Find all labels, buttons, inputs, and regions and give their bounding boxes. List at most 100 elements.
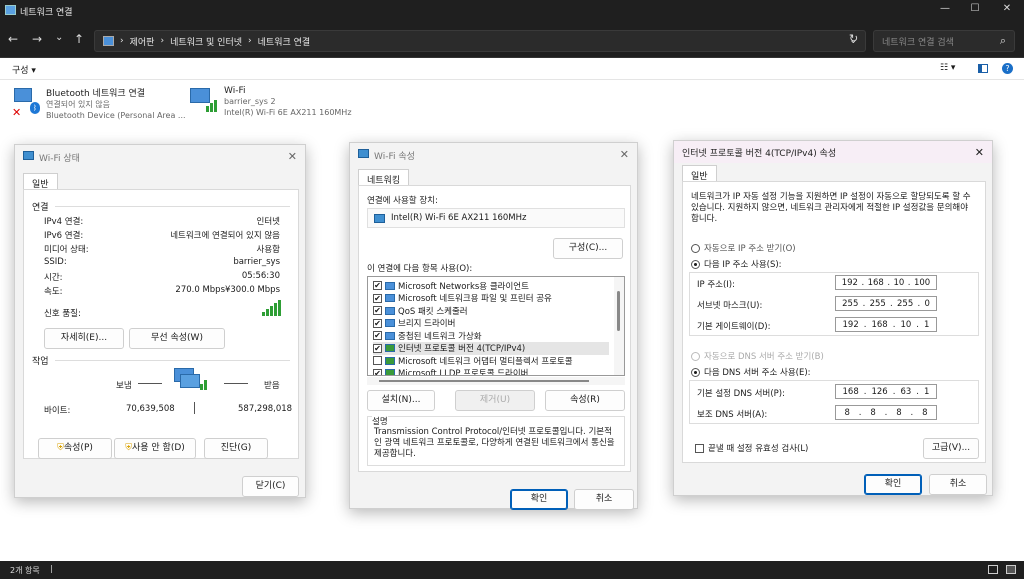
auto-ip-option[interactable]: 자동으로 IP 주소 받기(O) xyxy=(691,242,796,254)
connect-using-label: 연결에 사용할 장치: xyxy=(367,196,438,206)
install-button[interactable]: 설치(N)... xyxy=(367,390,435,411)
preview-pane-icon[interactable] xyxy=(978,64,988,73)
up-button[interactable]: ↑ xyxy=(74,32,84,46)
maximize-button[interactable]: ☐ xyxy=(960,3,990,14)
protocol-item[interactable]: ✔ QoS 패킷 스케줄러 xyxy=(373,304,468,317)
protocol-item[interactable]: ✔ Microsoft 네트워크용 파일 및 프린터 공유 xyxy=(373,292,552,305)
details-button[interactable]: 자세히(E)... xyxy=(44,328,124,349)
configure-button[interactable]: 구성(C)... xyxy=(553,238,623,259)
ip-address-label: IP 주소(I): xyxy=(697,280,735,290)
auto-ip-radio[interactable] xyxy=(691,243,700,253)
manual-ip-option[interactable]: 다음 IP 주소 사용(S): xyxy=(691,258,782,270)
connection-name: Wi-Fi xyxy=(224,86,246,96)
close-icon[interactable]: ✕ xyxy=(288,150,297,163)
octet: 168 xyxy=(871,319,888,330)
forward-button[interactable]: → xyxy=(32,32,42,46)
address-bar[interactable]: › 제어판 › 네트워크 및 인터넷 › 네트워크 연결 ⌄ xyxy=(94,30,866,52)
octet: 63 xyxy=(900,386,912,397)
dialog-title: 인터넷 프로토콜 버전 4(TCP/IPv4) 속성 xyxy=(682,149,837,159)
diagnose-button[interactable]: 진단(G) xyxy=(204,438,268,459)
validate-checkbox[interactable] xyxy=(695,443,704,453)
item-checkbox[interactable]: ✔ xyxy=(373,318,382,328)
minimize-button[interactable]: — xyxy=(930,3,960,14)
items-listbox[interactable]: ✔ Microsoft Networks용 클라이언트 ✔ Microsoft 네트워… xyxy=(367,276,625,376)
alternate-dns-field[interactable]: 8.8.8.8 xyxy=(835,405,937,420)
protocol-item[interactable]: ✔ Microsoft LLDP 프로토콜 드라이버 xyxy=(373,367,529,375)
status-bar: 2개 항목 | xyxy=(0,561,1024,579)
breadcrumb-item[interactable]: 네트워크 및 인터넷 xyxy=(170,35,242,48)
properties-button[interactable]: 속성(R) xyxy=(545,390,625,411)
close-window-button[interactable]: ✕ xyxy=(992,3,1022,14)
item-checkbox[interactable]: ✔ xyxy=(373,293,382,303)
dialog-titlebar: Wi-Fi 상태 xyxy=(15,145,305,169)
connection-device: Intel(R) Wi-Fi 6E AX211 160MHz xyxy=(224,108,352,117)
item-label: 인터넷 프로토콜 버전 4(TCP/IPv4) xyxy=(398,344,526,354)
scrollbar[interactable] xyxy=(614,277,624,375)
item-checkbox[interactable]: ✔ xyxy=(373,343,382,353)
ip-address-field[interactable]: 192. 168. 10. 100 xyxy=(835,275,937,290)
manual-dns-option[interactable]: 다음 DNS 서버 주소 사용(E): xyxy=(691,366,811,378)
details-view-icon[interactable] xyxy=(988,565,998,574)
close-button[interactable]: 닫기(C) xyxy=(242,476,299,497)
breadcrumb-item[interactable]: 제어판 xyxy=(130,35,155,48)
connection-wifi[interactable]: Wi-Fi barrier_sys 2 Intel(R) Wi-Fi 6E AX… xyxy=(188,86,352,118)
advanced-button[interactable]: 고급(V)... xyxy=(923,438,979,459)
recent-dropdown-icon[interactable]: ⌄ xyxy=(55,32,63,43)
breadcrumb-sep: › xyxy=(160,36,165,46)
manual-dns-radio[interactable] xyxy=(691,367,700,377)
connection-status: barrier_sys 2 xyxy=(224,97,276,106)
cancel-button[interactable]: 취소 xyxy=(574,489,634,510)
view-options-button[interactable]: ☷ ▾ xyxy=(940,63,955,73)
item-checkbox[interactable]: ✔ xyxy=(373,306,382,315)
row-label: 미디어 상태: xyxy=(44,245,89,255)
protocol-item[interactable]: ✔ 인터넷 프로토콜 버전 4(TCP/IPv4) xyxy=(373,341,609,355)
protocol-icon xyxy=(385,306,395,315)
subnet-mask-field[interactable]: 255. 255. 255. 0 xyxy=(835,296,937,311)
status-row: SSID: barrier_sys xyxy=(44,257,280,267)
protocol-icon xyxy=(385,281,395,290)
refresh-button[interactable]: ↻ xyxy=(849,32,858,45)
section-title: 작업 xyxy=(32,357,49,367)
search-input[interactable]: 네트워크 연결 검색 ⌕ xyxy=(873,30,1015,52)
breadcrumb-sep: › xyxy=(120,36,124,46)
octet: 192 xyxy=(842,319,859,330)
auto-dns-radio xyxy=(691,351,700,361)
close-icon[interactable]: ✕ xyxy=(975,146,984,159)
disable-button[interactable]: ⛨사용 안 함(D) xyxy=(114,438,196,459)
properties-button[interactable]: ⛨속성(P) xyxy=(38,438,112,459)
network-connections-icon xyxy=(5,5,16,15)
preferred-dns-field[interactable]: 168. 126. 63. 1 xyxy=(835,384,937,399)
protocol-item[interactable]: ✔ Microsoft Networks용 클라이언트 xyxy=(373,279,529,292)
tiles-view-icon[interactable] xyxy=(1006,565,1016,574)
uninstall-button: 제거(U) xyxy=(455,390,535,411)
window-titlebar: 네트워크 연결 — ☐ ✕ xyxy=(0,0,1024,22)
validate-option[interactable]: 끝낼 때 설정 유효성 검사(L) xyxy=(695,442,808,454)
organize-menu[interactable]: 구성 ▾ xyxy=(12,63,36,76)
breadcrumb-item[interactable]: 네트워크 연결 xyxy=(258,35,311,48)
scrollbar-thumb[interactable] xyxy=(617,291,620,331)
option-label: 자동으로 DNS 서버 주소 받기(B) xyxy=(704,352,824,362)
help-icon[interactable]: ? xyxy=(1002,63,1013,74)
protocol-item[interactable]: ✔ 브리지 드라이버 xyxy=(373,317,455,330)
horizontal-scrollbar[interactable] xyxy=(367,377,625,385)
item-checkbox[interactable]: ✔ xyxy=(373,331,382,340)
control-panel-icon xyxy=(103,36,114,46)
back-button[interactable]: ← xyxy=(8,32,18,46)
ok-button[interactable]: 확인 xyxy=(864,474,922,495)
ok-button[interactable]: 확인 xyxy=(510,489,568,510)
octet: 168 xyxy=(867,277,884,288)
close-icon[interactable]: ✕ xyxy=(620,148,629,161)
item-checkbox[interactable] xyxy=(373,356,382,365)
item-label: Microsoft Networks용 클라이언트 xyxy=(398,281,529,292)
protocol-item[interactable]: ✔ 중첩된 네트워크 가상화 xyxy=(373,329,482,342)
protocol-item[interactable]: Microsoft 네트워크 어댑터 멀티플렉서 프로토콜 xyxy=(373,354,573,367)
cancel-button[interactable]: 취소 xyxy=(929,474,987,495)
item-checkbox[interactable]: ✔ xyxy=(373,281,382,290)
wireless-properties-button[interactable]: 무선 속성(W) xyxy=(129,328,225,349)
item-checkbox[interactable]: ✔ xyxy=(373,368,382,375)
manual-ip-radio[interactable] xyxy=(691,259,700,269)
gateway-field[interactable]: 192. 168. 10. 1 xyxy=(835,317,937,332)
connection-bluetooth[interactable]: ✕ ᛒ Bluetooth 네트워크 연결 연결되어 있지 않음 Bluetoo… xyxy=(12,86,186,121)
row-label: SSID: xyxy=(44,257,67,267)
h-scrollbar-thumb[interactable] xyxy=(379,380,589,382)
